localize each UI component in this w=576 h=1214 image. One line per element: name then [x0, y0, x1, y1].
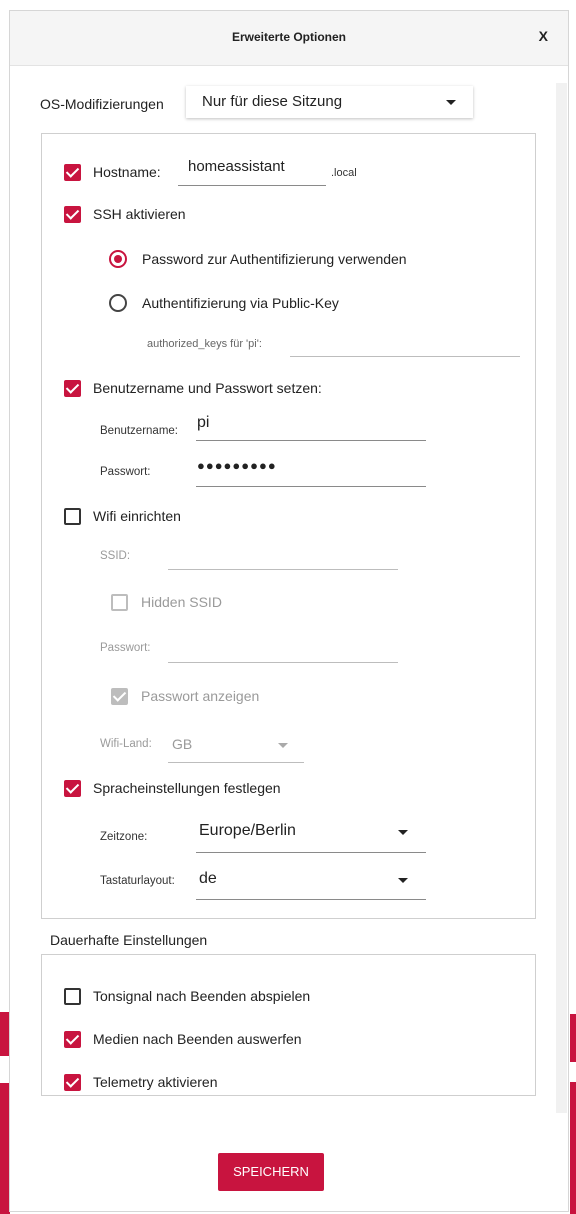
chevron-down-icon [278, 743, 288, 748]
password-input[interactable]: ●●●●●●●●● [197, 458, 277, 473]
username-underline [196, 440, 426, 441]
hostname-checkbox[interactable] [64, 164, 81, 181]
locale-label: Spracheinstellungen festlegen [93, 780, 281, 796]
wifi-password-label: Passwort: [100, 642, 151, 654]
wifi-password-input[interactable] [168, 662, 398, 663]
timezone-label: Zeitzone: [100, 831, 148, 843]
os-mod-select[interactable]: Nur für diese Sitzung [186, 86, 473, 118]
user-label: Benutzername und Passwort setzen: [93, 380, 322, 396]
hidden-ssid-checkbox[interactable] [111, 594, 128, 611]
os-mod-label: OS-Modifizierungen [40, 96, 164, 112]
close-button[interactable]: X [539, 28, 548, 44]
beep-label: Tonsignal nach Beenden abspielen [93, 988, 311, 1004]
eject-label: Medien nach Beenden auswerfen [93, 1031, 302, 1047]
keyboard-label: Tastaturlayout: [100, 875, 175, 887]
ssh-checkbox[interactable] [64, 206, 81, 223]
username-input[interactable]: pi [197, 414, 209, 432]
authorized-keys-label: authorized_keys für 'pi': [147, 338, 262, 350]
chevron-down-icon [398, 878, 408, 883]
hidden-ssid-label: Hidden SSID [141, 594, 222, 610]
keyboard-select[interactable]: de [199, 870, 217, 888]
authorized-keys-input[interactable] [290, 356, 520, 357]
timezone-underline [196, 852, 426, 853]
locale-checkbox[interactable] [64, 780, 81, 797]
username-label: Benutzername: [100, 425, 178, 437]
wifi-country-underline [168, 762, 304, 763]
user-checkbox[interactable] [64, 380, 81, 397]
wifi-checkbox[interactable] [64, 508, 81, 525]
background-app-strip [570, 1082, 576, 1214]
ssh-pubkey-radio[interactable] [109, 294, 127, 312]
telemetry-label: Telemetry aktivieren [93, 1074, 218, 1090]
timezone-select[interactable]: Europe/Berlin [199, 822, 296, 840]
background-app-strip [570, 1014, 576, 1062]
ssh-password-label: Password zur Authentifizierung verwenden [142, 251, 407, 267]
wifi-country-select[interactable]: GB [172, 736, 192, 752]
password-underline [196, 486, 426, 487]
ssh-password-radio[interactable] [109, 250, 127, 268]
telemetry-checkbox[interactable] [64, 1074, 81, 1091]
hostname-underline [178, 185, 326, 186]
beep-checkbox[interactable] [64, 988, 81, 1005]
dialog-titlebar: Erweiterte Optionen X [10, 11, 568, 66]
hostname-input[interactable]: homeassistant [188, 158, 285, 175]
show-password-label: Passwort anzeigen [141, 688, 260, 704]
eject-checkbox[interactable] [64, 1031, 81, 1048]
keyboard-underline [196, 899, 426, 900]
save-button[interactable]: SPEICHERN [218, 1153, 324, 1191]
wifi-label: Wifi einrichten [93, 508, 181, 524]
hostname-label: Hostname: [93, 164, 161, 180]
scrollbar[interactable] [556, 83, 567, 1113]
chevron-down-icon [398, 830, 408, 835]
ssid-label: SSID: [100, 550, 131, 562]
dialog-title: Erweiterte Optionen [231, 30, 347, 44]
password-label: Passwort: [100, 466, 151, 478]
show-password-checkbox[interactable] [111, 688, 128, 705]
ssid-input[interactable] [168, 569, 398, 570]
ssh-pubkey-label: Authentifizierung via Public-Key [142, 295, 339, 311]
os-mod-value: Nur für diese Sitzung [202, 93, 343, 110]
wifi-country-label: Wifi-Land: [100, 738, 152, 750]
persistent-heading: Dauerhafte Einstellungen [50, 932, 208, 948]
chevron-down-icon [446, 100, 456, 105]
hostname-suffix: .local [331, 167, 357, 179]
ssh-label: SSH aktivieren [93, 206, 186, 222]
